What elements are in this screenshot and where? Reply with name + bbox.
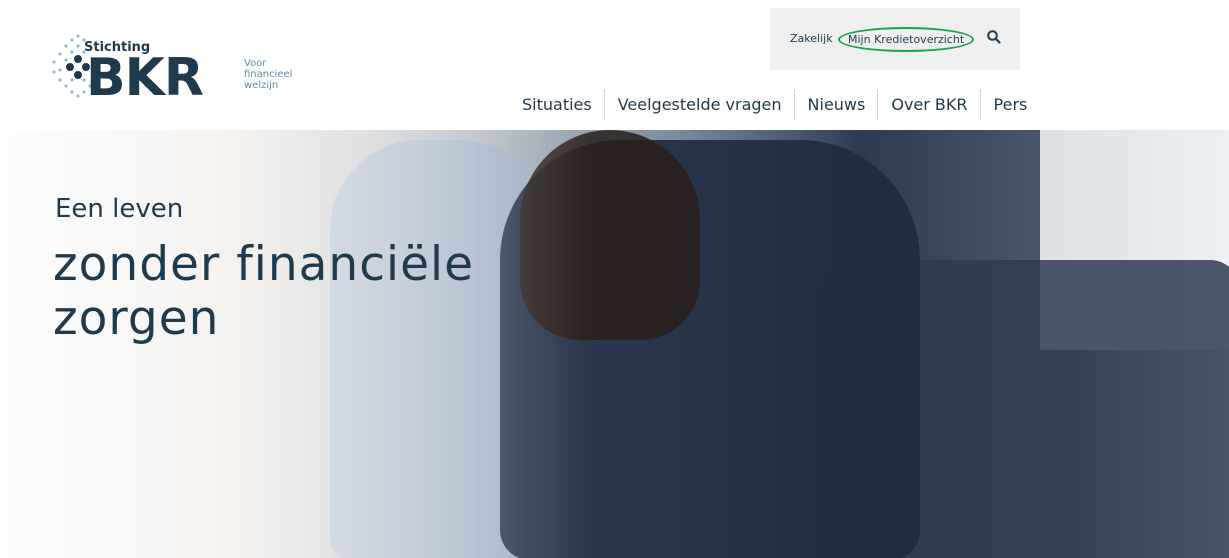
brand-tagline: Voor financieel welzijn	[244, 58, 292, 91]
main-nav: Situaties Veelgestelde vragen Nieuws Ove…	[510, 90, 1040, 120]
hero-headline: zonder financiële zorgen	[53, 237, 474, 346]
nav-nieuws[interactable]: Nieuws	[796, 93, 878, 117]
tagline-line-3: welzijn	[244, 80, 279, 91]
mijn-kredietoverzicht-link[interactable]: Mijn Kredietoverzicht	[838, 27, 975, 52]
search-icon[interactable]	[986, 29, 1002, 45]
bkr-logo[interactable]: Stichting BKR Voor financieel welzijn	[48, 30, 318, 110]
nav-over-bkr[interactable]: Over BKR	[879, 93, 979, 117]
hero-banner: Een leven zonder financiële zorgen	[0, 130, 1229, 558]
brand-name: BKR	[86, 48, 204, 108]
nav-pers[interactable]: Pers	[982, 93, 1040, 117]
utility-bar: Zakelijk Mijn Kredietoverzicht	[770, 8, 1020, 70]
zakelijk-link[interactable]: Zakelijk	[790, 32, 833, 45]
nav-situaties[interactable]: Situaties	[510, 93, 604, 117]
tagline-line-1: Voor	[244, 58, 267, 69]
nav-veelgestelde-vragen[interactable]: Veelgestelde vragen	[606, 93, 794, 117]
hero-kicker: Een leven	[55, 194, 184, 224]
tagline-line-2: financieel	[244, 69, 293, 80]
